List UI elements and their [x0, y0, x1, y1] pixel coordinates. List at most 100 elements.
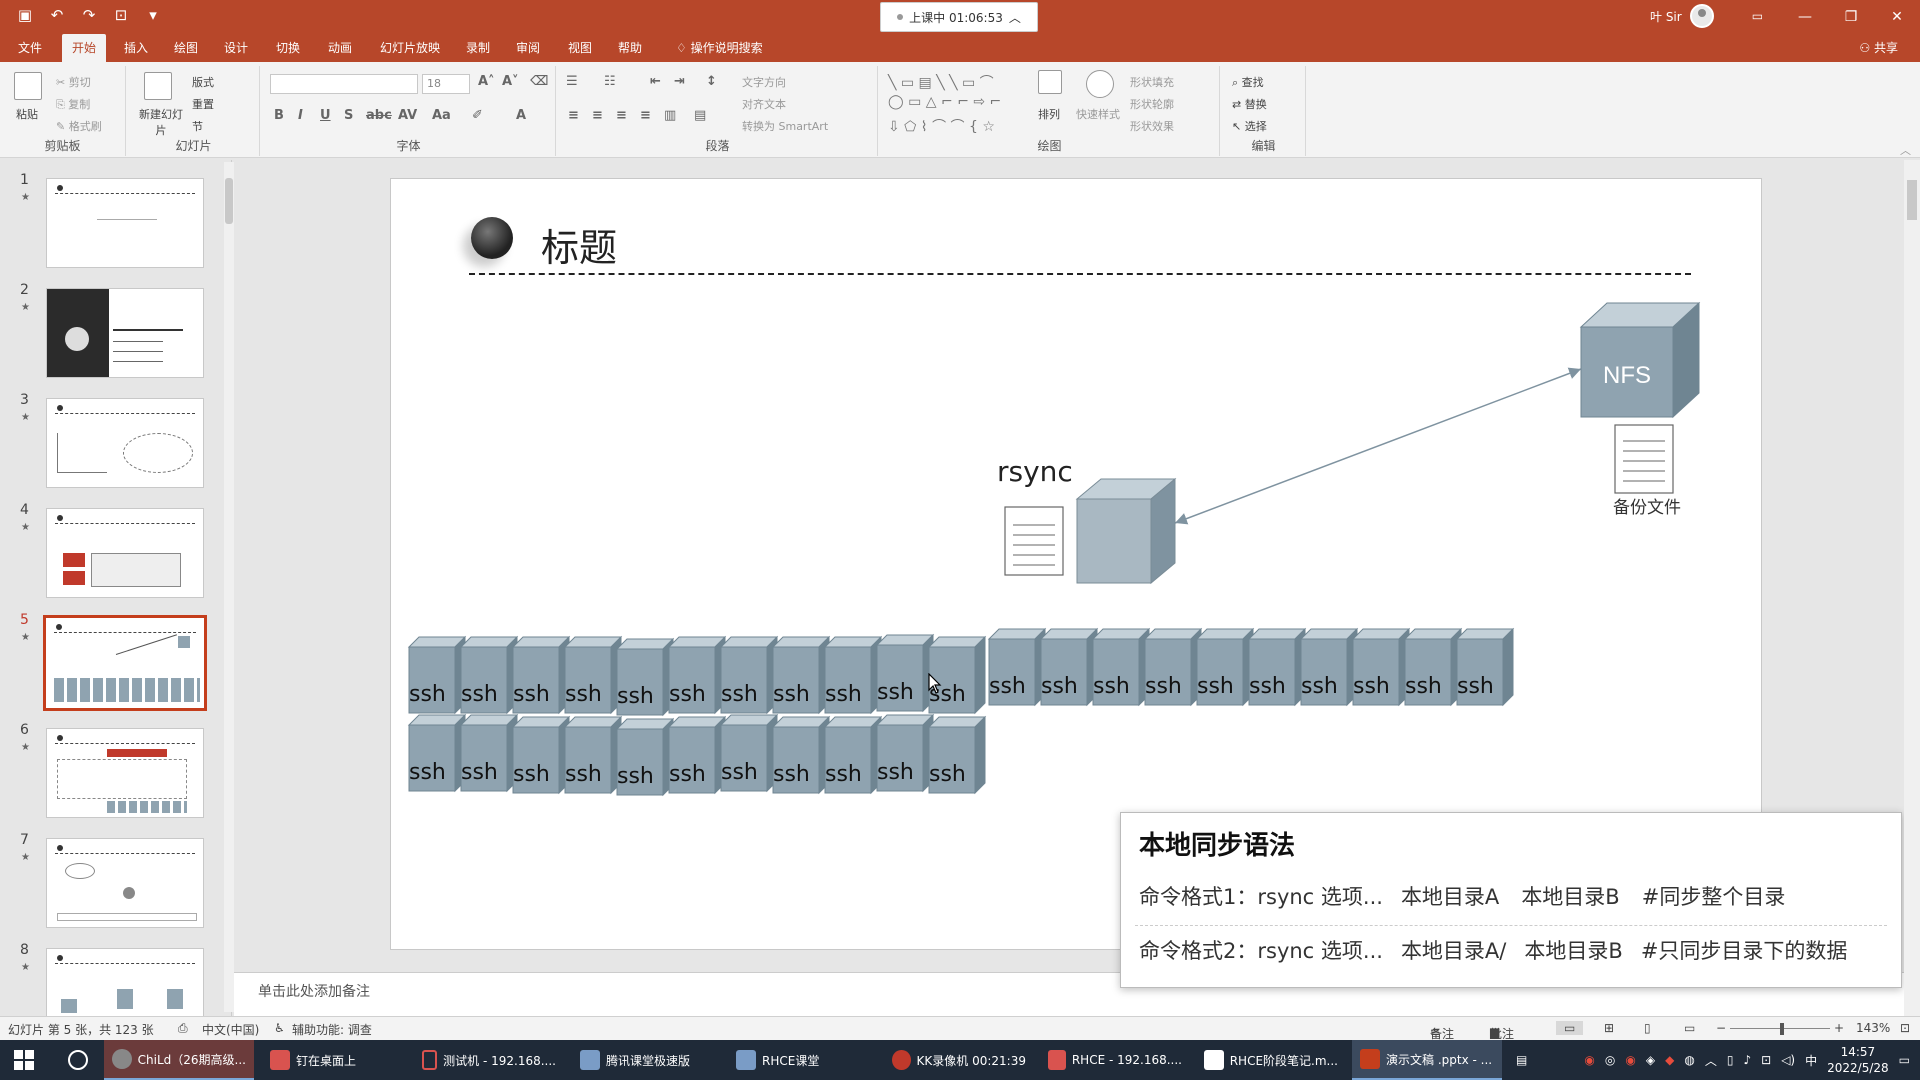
replace-button[interactable]: ⇄ 替换 [1232, 96, 1267, 112]
tab-transitions[interactable]: 切换 [266, 34, 310, 62]
increase-indent-icon[interactable]: ⇥ [674, 74, 685, 89]
tab-help[interactable]: 帮助 [608, 34, 652, 62]
task-item-child[interactable]: ChiLd（26期高级... [104, 1040, 254, 1080]
user-area[interactable]: 叶 Sir ▭ [1650, 4, 1763, 28]
ssh-server-cube[interactable]: ssh [511, 713, 571, 799]
tray-app-icon[interactable]: ◉ [1584, 1053, 1594, 1067]
strikethrough-icon[interactable]: abc [366, 108, 392, 123]
tab-record[interactable]: 录制 [456, 34, 500, 62]
paste-icon[interactable] [14, 72, 42, 100]
collapse-ribbon-icon[interactable]: ︿ [1900, 142, 1911, 158]
underline-icon[interactable]: U [320, 108, 331, 123]
tab-insert[interactable]: 插入 [114, 34, 158, 62]
section-button[interactable]: 节 [192, 118, 203, 134]
tab-view[interactable]: 视图 [558, 34, 602, 62]
task-item-pin-desktop[interactable]: 钉在桌面上 [262, 1040, 408, 1080]
class-timer-widget[interactable]: 上课中 01:06:53 ︿ [880, 2, 1038, 32]
shapes-gallery[interactable]: ╲ ▭ ▤ ╲ ╲ ▭ ⌒ [888, 72, 994, 92]
chevron-up-icon[interactable]: ︿ [1009, 9, 1021, 26]
customize-qat-icon[interactable]: ▾ [142, 6, 164, 24]
accessibility-status[interactable]: 辅助功能: 调查 [292, 1021, 372, 1038]
minimize-button[interactable]: — [1782, 0, 1828, 34]
tray-app-icon[interactable]: ◈ [1646, 1053, 1655, 1067]
shape-fill-button[interactable]: 形状填充 [1130, 74, 1174, 90]
ssh-server-cube[interactable]: ssh [719, 633, 779, 719]
redo-icon[interactable]: ↷ [78, 6, 100, 24]
ssh-server-cube[interactable]: ssh [875, 711, 935, 797]
spellcheck-icon[interactable]: ⎙ [178, 1021, 188, 1036]
cut-button[interactable]: ✂ 剪切 [56, 74, 91, 90]
zoom-out-button[interactable]: − [1716, 1021, 1726, 1035]
slide-thumbnail-5-selected[interactable] [43, 615, 207, 711]
ssh-server-cube[interactable]: ssh [771, 633, 831, 719]
fit-slide-icon[interactable]: ⊡ [1900, 1021, 1910, 1035]
nfs-server-cube[interactable]: NFS [1579, 301, 1701, 419]
tell-me-search[interactable]: ♢ 操作说明搜索 [666, 34, 773, 62]
ssh-server-cube[interactable]: ssh [563, 633, 623, 719]
change-case-icon[interactable]: Aa [432, 108, 451, 123]
align-text-button[interactable]: 对齐文本 [742, 96, 786, 112]
tab-slideshow[interactable]: 幻灯片放映 [370, 34, 450, 62]
grow-font-icon[interactable]: A˄ [478, 74, 495, 89]
ssh-server-cube[interactable]: ssh [771, 713, 831, 799]
task-item-test-vm[interactable]: 测试机 - 192.168.... [414, 1040, 564, 1080]
ssh-server-cube[interactable]: ssh [1091, 625, 1151, 711]
task-item-rhce-terminal[interactable]: RHCE - 192.168.... [1040, 1040, 1190, 1080]
slide-thumbnail-3[interactable] [46, 398, 204, 488]
zoom-level[interactable]: 143% [1856, 1021, 1890, 1035]
ssh-server-cube[interactable]: ssh [1455, 625, 1515, 711]
layout-button[interactable]: 版式 [192, 74, 214, 90]
new-slide-button[interactable]: 新建幻灯片 [136, 106, 186, 138]
zoom-in-button[interactable]: + [1834, 1021, 1844, 1035]
task-item-rhce-class[interactable]: RHCE课堂 [728, 1040, 878, 1080]
ssh-server-cube[interactable]: ssh [875, 631, 935, 717]
scrollbar-thumb[interactable] [225, 178, 233, 224]
reading-view-icon[interactable]: ▯ [1644, 1021, 1651, 1035]
clock[interactable]: 14:57 2022/5/28 [1827, 1044, 1889, 1076]
ssh-server-cube[interactable]: ssh [1247, 625, 1307, 711]
tab-home[interactable]: 开始 [62, 34, 107, 62]
shapes-gallery-row2[interactable]: ◯ ▭ △ ⌐ ⌐ ⇨ ⌐ [888, 94, 1001, 110]
usb-icon[interactable]: ▯ [1727, 1053, 1734, 1067]
ssh-server-cube[interactable]: ssh [823, 713, 883, 799]
ssh-server-cube[interactable]: ssh [459, 633, 519, 719]
zoom-slider-thumb[interactable] [1780, 1023, 1784, 1035]
numbering-icon[interactable]: ☷ [604, 74, 616, 89]
decrease-indent-icon[interactable]: ⇤ [650, 74, 661, 89]
ssh-server-cube[interactable]: ssh [667, 633, 727, 719]
paste-button[interactable]: 粘贴 [16, 106, 38, 122]
slide-thumbnail-8[interactable] [46, 948, 204, 1016]
format-painter-button[interactable]: ✎ 格式刷 [56, 118, 102, 134]
rsync-server-cube[interactable] [1075, 477, 1177, 585]
shrink-font-icon[interactable]: A˅ [502, 74, 519, 89]
align-right-icon[interactable]: ≡ [616, 108, 627, 123]
tab-draw[interactable]: 绘图 [164, 34, 208, 62]
network-icon[interactable]: ⊡ [1761, 1053, 1771, 1067]
shapes-gallery-row3[interactable]: ⇩ ⬠ ⌇ ⌒ ⌒ { ☆ [888, 116, 995, 136]
backup-file-label[interactable]: 备份文件 [1613, 493, 1681, 518]
font-name-combo[interactable] [270, 74, 418, 94]
ssh-server-cube[interactable]: ssh [1143, 625, 1203, 711]
ssh-server-cube[interactable]: ssh [511, 633, 571, 719]
reset-button[interactable]: 重置 [192, 96, 214, 112]
notification-icon[interactable]: ▤ [1508, 1040, 1535, 1080]
new-slide-icon[interactable] [144, 72, 172, 100]
justify-icon[interactable]: ≡ [640, 108, 651, 123]
slide-thumbnail-4[interactable] [46, 508, 204, 598]
copy-button[interactable]: ⎘ 复制 [56, 96, 90, 112]
arrange-icon[interactable] [1038, 70, 1062, 94]
bullets-icon[interactable]: ☰ [566, 74, 578, 89]
action-center-icon[interactable]: ▭ [1899, 1053, 1910, 1067]
ssh-server-cube[interactable]: ssh [407, 711, 467, 797]
scrollbar-thumb[interactable] [1907, 180, 1917, 220]
font-color-icon[interactable]: A [516, 108, 526, 123]
language-indicator[interactable]: 中文(中国) [202, 1021, 259, 1038]
slideshow-view-icon[interactable]: ▭ [1684, 1021, 1695, 1035]
bold-icon[interactable]: B [274, 108, 284, 123]
tray-app-icon[interactable]: ◍ [1684, 1053, 1694, 1067]
ssh-server-cube[interactable]: ssh [667, 713, 727, 799]
normal-view-icon[interactable]: ▭ [1556, 1021, 1584, 1035]
ssh-server-cube[interactable]: ssh [615, 715, 675, 801]
start-from-beginning-icon[interactable]: ⊡ [110, 6, 132, 24]
tab-file[interactable]: 文件 [8, 34, 52, 62]
